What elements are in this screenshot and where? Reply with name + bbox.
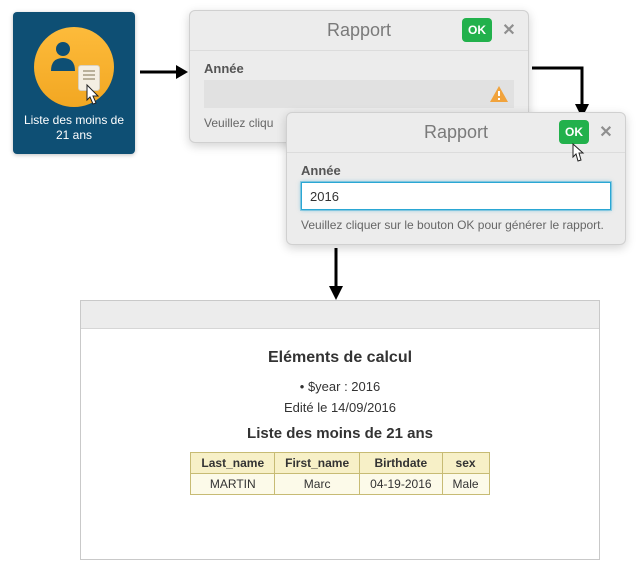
cell-lastname: MARTIN — [191, 474, 275, 495]
close-icon[interactable]: ✕ — [595, 121, 617, 143]
tile-label: Liste des moins de 21 ans — [19, 113, 129, 143]
report-dialog-filled: Rapport OK ✕ Année Veuillez cliquer sur … — [286, 112, 626, 245]
dialog-header: Rapport OK ✕ — [190, 11, 528, 51]
year-input[interactable] — [204, 80, 514, 108]
close-icon[interactable]: ✕ — [498, 19, 520, 41]
report-toolbar — [81, 301, 599, 329]
report-body: Eléments de calcul • $year : 2016 Edité … — [81, 329, 599, 507]
col-sex: sex — [442, 453, 489, 474]
generated-report: Eléments de calcul • $year : 2016 Edité … — [80, 300, 600, 560]
dialog-hint: Veuillez cliquer sur le bouton OK pour g… — [301, 218, 611, 232]
arrow-tile-to-dialog — [138, 60, 188, 84]
col-birthdate: Birthdate — [360, 453, 442, 474]
dialog-header: Rapport OK ✕ — [287, 113, 625, 153]
arrow-dialog2-to-report — [324, 246, 348, 302]
ok-button[interactable]: OK — [462, 18, 492, 42]
dialog-title: Rapport — [424, 122, 488, 143]
col-lastname: Last_name — [191, 453, 275, 474]
dialog-title: Rapport — [327, 20, 391, 41]
ok-button[interactable]: OK — [559, 120, 589, 144]
report-param: • $year : 2016 — [105, 379, 575, 394]
report-tile[interactable]: Liste des moins de 21 ans — [13, 12, 135, 154]
year-label: Année — [204, 61, 514, 76]
report-subheading: Liste des moins de 21 ans — [105, 425, 575, 442]
table-header-row: Last_name First_name Birthdate sex — [191, 453, 489, 474]
report-table: Last_name First_name Birthdate sex MARTI… — [190, 452, 489, 495]
report-heading: Eléments de calcul — [105, 349, 575, 367]
report-edited: Edité le 14/09/2016 — [105, 400, 575, 415]
cell-sex: Male — [442, 474, 489, 495]
tile-icon-circle — [34, 27, 114, 107]
cursor-icon — [78, 83, 104, 113]
cell-firstname: Marc — [275, 474, 360, 495]
year-input-wrap — [204, 80, 514, 108]
col-firstname: First_name — [275, 453, 360, 474]
warning-icon — [490, 86, 508, 102]
table-row: MARTIN Marc 04-19-2016 Male — [191, 474, 489, 495]
cursor-icon — [565, 142, 587, 168]
cell-birthdate: 04-19-2016 — [360, 474, 442, 495]
year-input[interactable] — [301, 182, 611, 210]
